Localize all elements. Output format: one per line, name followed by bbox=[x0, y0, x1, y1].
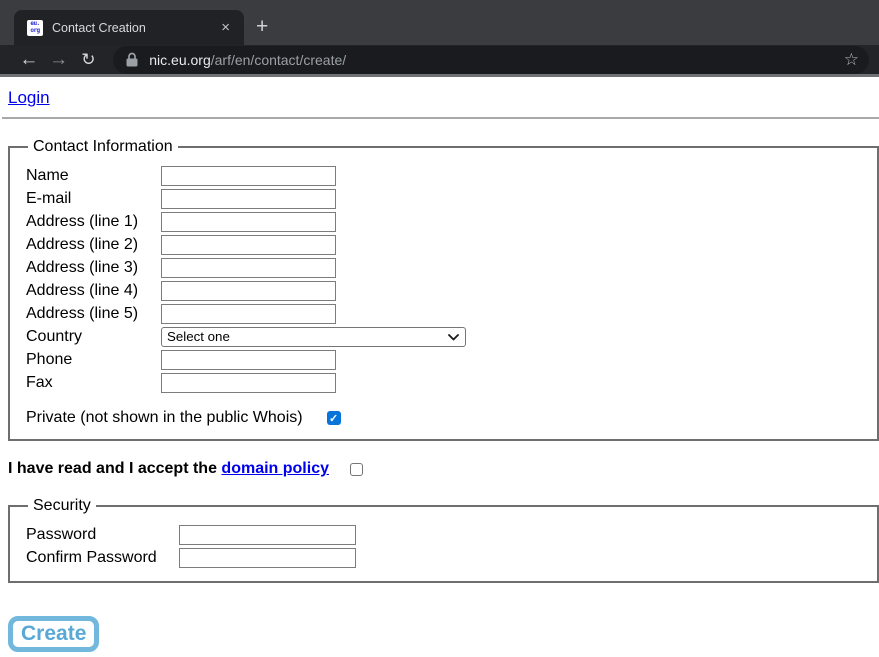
email-row: E-mail bbox=[26, 187, 865, 210]
address4-label: Address (line 4) bbox=[26, 282, 161, 300]
reload-icon[interactable]: ↻ bbox=[74, 50, 104, 69]
address-bar[interactable]: nic.eu.org/arf/en/contact/create/ ☆ bbox=[113, 46, 869, 74]
create-button[interactable]: Create bbox=[8, 616, 99, 652]
browser-tab[interactable]: eu. org Contact Creation × bbox=[14, 10, 244, 45]
fax-row: Fax bbox=[26, 371, 865, 394]
password-label: Password bbox=[26, 526, 179, 544]
country-row: Country Select one bbox=[26, 325, 865, 348]
site-favicon: eu. org bbox=[27, 20, 43, 36]
address3-row: Address (line 3) bbox=[26, 256, 865, 279]
address1-row: Address (line 1) bbox=[26, 210, 865, 233]
address5-input[interactable] bbox=[161, 304, 336, 324]
new-tab-icon[interactable]: + bbox=[256, 16, 268, 37]
address5-row: Address (line 5) bbox=[26, 302, 865, 325]
policy-line: I have read and I accept the domain poli… bbox=[8, 460, 871, 478]
close-tab-icon[interactable]: × bbox=[217, 18, 234, 37]
country-selected-value: Select one bbox=[167, 329, 230, 344]
url-path: /arf/en/contact/create/ bbox=[211, 52, 346, 68]
browser-window: eu. org Contact Creation × + ← → ↻ nic.e… bbox=[0, 0, 879, 657]
url-domain: nic.eu.org bbox=[149, 52, 210, 68]
policy-checkbox[interactable] bbox=[350, 463, 363, 476]
private-row: Private (not shown in the public Whois) … bbox=[26, 409, 865, 427]
policy-text: I have read and I accept the bbox=[8, 460, 217, 478]
security-fieldset: Security Password Confirm Password bbox=[8, 497, 879, 583]
address4-input[interactable] bbox=[161, 281, 336, 301]
address1-input[interactable] bbox=[161, 212, 336, 232]
lock-icon bbox=[126, 52, 138, 67]
fax-label: Fax bbox=[26, 374, 161, 392]
confirm-password-row: Confirm Password bbox=[26, 546, 865, 569]
tab-title: Contact Creation bbox=[52, 21, 217, 35]
email-input[interactable] bbox=[161, 189, 336, 209]
address4-row: Address (line 4) bbox=[26, 279, 865, 302]
bookmark-star-icon[interactable]: ☆ bbox=[844, 50, 859, 70]
address2-input[interactable] bbox=[161, 235, 336, 255]
phone-row: Phone bbox=[26, 348, 865, 371]
domain-policy-link[interactable]: domain policy bbox=[221, 460, 329, 478]
password-input[interactable] bbox=[179, 525, 356, 545]
login-link[interactable]: Login bbox=[8, 88, 50, 108]
address3-input[interactable] bbox=[161, 258, 336, 278]
chevron-down-icon bbox=[448, 329, 459, 344]
back-icon[interactable]: ← bbox=[14, 50, 44, 69]
favicon-text-bottom: org bbox=[30, 28, 39, 35]
address5-label: Address (line 5) bbox=[26, 305, 161, 323]
private-checkbox[interactable]: ✓ bbox=[327, 411, 341, 425]
address3-label: Address (line 3) bbox=[26, 259, 161, 277]
checkmark-icon: ✓ bbox=[329, 412, 338, 425]
email-label: E-mail bbox=[26, 190, 161, 208]
address1-label: Address (line 1) bbox=[26, 213, 161, 231]
fax-input[interactable] bbox=[161, 373, 336, 393]
country-select[interactable]: Select one bbox=[161, 327, 466, 347]
confirm-password-input[interactable] bbox=[179, 548, 356, 568]
url-text[interactable]: nic.eu.org/arf/en/contact/create/ bbox=[149, 52, 836, 68]
contact-information-legend: Contact Information bbox=[28, 138, 178, 156]
name-input[interactable] bbox=[161, 166, 336, 186]
address2-label: Address (line 2) bbox=[26, 236, 161, 254]
tab-strip: eu. org Contact Creation × + bbox=[0, 0, 879, 45]
contact-information-fieldset: Contact Information Name E-mail Address … bbox=[8, 138, 879, 441]
country-label: Country bbox=[26, 328, 161, 346]
password-row: Password bbox=[26, 523, 865, 546]
page-content: Login Contact Information Name E-mail Ad… bbox=[0, 77, 879, 654]
address2-row: Address (line 2) bbox=[26, 233, 865, 256]
phone-label: Phone bbox=[26, 351, 161, 369]
private-label: Private (not shown in the public Whois) bbox=[26, 409, 303, 427]
name-row: Name bbox=[26, 164, 865, 187]
confirm-password-label: Confirm Password bbox=[26, 549, 179, 567]
forward-icon[interactable]: → bbox=[44, 50, 74, 69]
divider bbox=[2, 117, 879, 119]
name-label: Name bbox=[26, 167, 161, 185]
security-legend: Security bbox=[28, 497, 96, 515]
phone-input[interactable] bbox=[161, 350, 336, 370]
browser-toolbar: ← → ↻ nic.eu.org/arf/en/contact/create/ … bbox=[0, 45, 879, 77]
